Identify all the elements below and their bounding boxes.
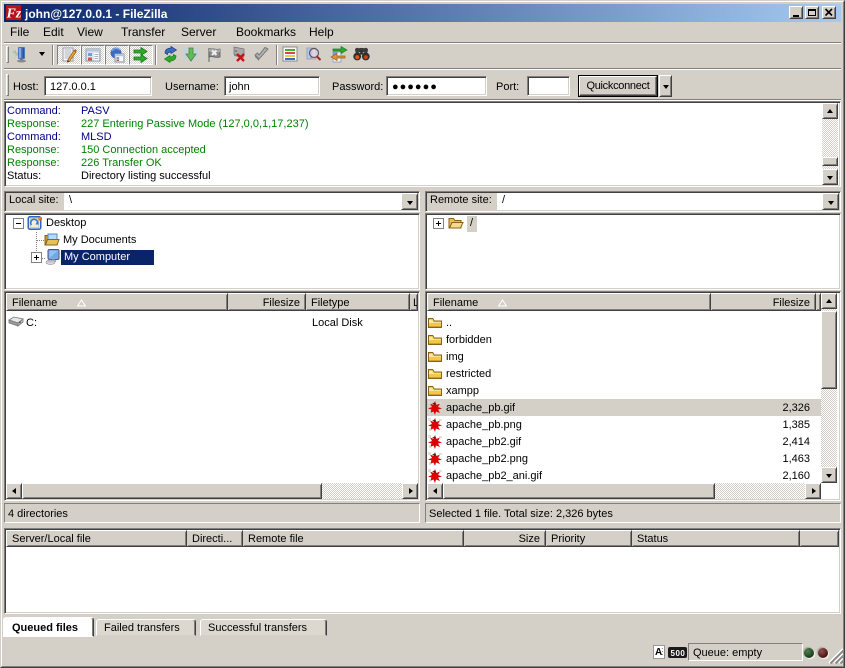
svg-text:Fz: Fz xyxy=(6,7,21,21)
